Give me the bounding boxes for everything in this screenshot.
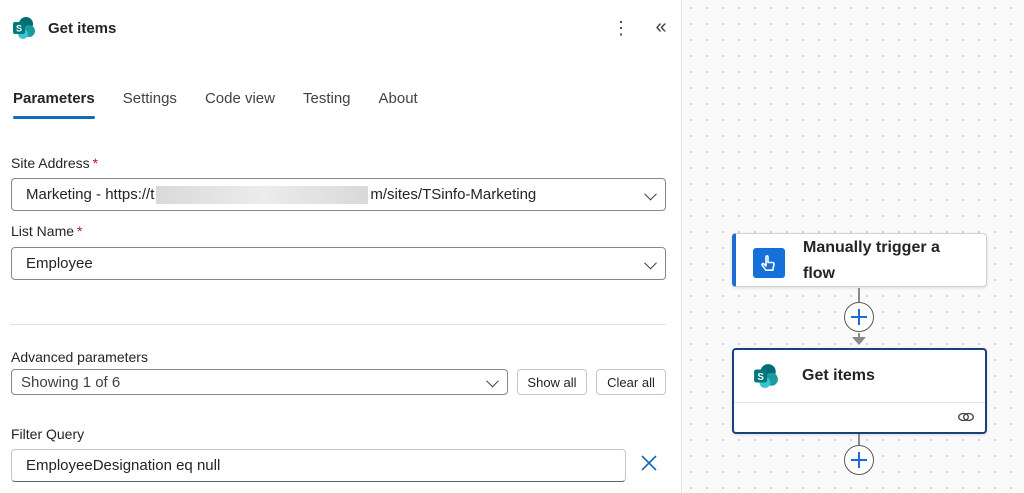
advanced-parameters-label: Advanced parameters: [11, 349, 148, 365]
site-address-label-text: Site Address: [11, 155, 90, 171]
site-address-value-prefix: Marketing - https://t: [26, 186, 155, 203]
filter-query-label: Filter Query: [11, 426, 85, 442]
sharepoint-icon: S: [754, 364, 778, 388]
sharepoint-icon: S: [13, 17, 35, 39]
more-options-icon[interactable]: ⋮: [612, 17, 630, 39]
get-items-card[interactable]: S Get items: [732, 348, 987, 434]
chevron-down-icon: [644, 187, 657, 200]
tab-bar: Parameters Settings Code view Testing Ab…: [13, 90, 446, 119]
site-address-value-suffix: m/sites/TSinfo-Marketing: [370, 186, 537, 203]
connector-line: [858, 434, 860, 445]
trigger-card-title-line2: flow: [803, 265, 835, 282]
chevron-down-icon: [644, 256, 657, 269]
connector-line: [858, 288, 860, 302]
filter-query-input[interactable]: EmployeeDesignation eq null: [11, 449, 626, 482]
tab-settings[interactable]: Settings: [123, 90, 177, 119]
connector-arrow-icon: [852, 337, 866, 345]
panel-title: Get items: [48, 20, 117, 37]
manual-trigger-icon: [753, 248, 785, 278]
site-address-dropdown[interactable]: Marketing - https://t m/sites/TSinfo-Mar…: [11, 178, 666, 211]
panel-header: S Get items ⋮ «: [0, 0, 682, 58]
list-name-label-text: List Name: [11, 223, 75, 239]
tab-about[interactable]: About: [379, 90, 418, 119]
required-asterisk: *: [92, 155, 99, 171]
flow-designer-canvas: Manually trigger a flow S Get items: [683, 0, 1024, 493]
tab-parameters[interactable]: Parameters: [13, 90, 95, 119]
site-address-label: Site Address *: [11, 155, 98, 171]
redacted-url-block: [156, 185, 369, 204]
manually-trigger-card[interactable]: Manually trigger a flow: [732, 233, 987, 287]
get-items-card-title: Get items: [802, 367, 875, 384]
show-all-button[interactable]: Show all: [517, 369, 587, 395]
list-name-value: Employee: [26, 255, 93, 272]
card-divider: [734, 402, 985, 403]
section-divider: [10, 324, 666, 325]
clear-all-button[interactable]: Clear all: [596, 369, 666, 395]
filter-query-value: EmployeeDesignation eq null: [26, 457, 221, 474]
advanced-parameters-value: Showing 1 of 6: [21, 373, 121, 391]
chevron-down-icon: [486, 374, 499, 388]
svg-text:S: S: [757, 372, 764, 383]
svg-text:S: S: [16, 24, 22, 34]
add-step-plus-icon[interactable]: [844, 302, 874, 332]
required-asterisk: *: [77, 223, 83, 239]
advanced-parameters-dropdown[interactable]: Showing 1 of 6: [11, 369, 508, 395]
tab-testing[interactable]: Testing: [303, 90, 351, 119]
list-name-dropdown[interactable]: Employee: [11, 247, 666, 280]
action-details-panel: S Get items ⋮ « Parameters Settings Code…: [0, 0, 682, 493]
collapse-panel-icon[interactable]: «: [650, 16, 672, 40]
list-name-label: List Name *: [11, 223, 82, 239]
tab-code-view[interactable]: Code view: [205, 90, 275, 119]
clear-filter-close-icon[interactable]: [640, 454, 658, 472]
trigger-card-title-line1: Manually trigger a: [803, 239, 940, 256]
link-chain-icon: [958, 412, 974, 422]
add-step-plus-icon[interactable]: [844, 445, 874, 475]
